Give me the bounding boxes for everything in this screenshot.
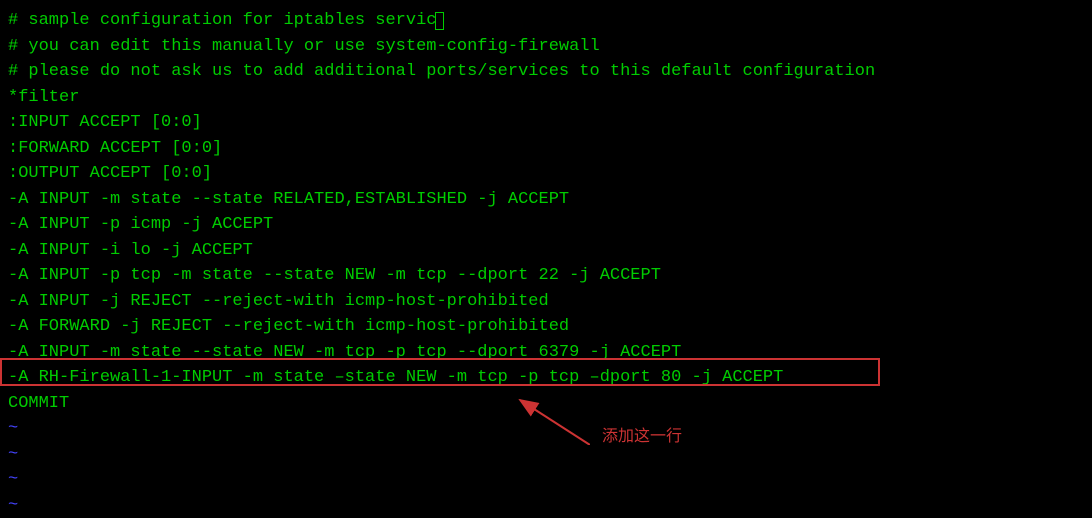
tilde-text: ~ <box>8 496 18 515</box>
line-text: :INPUT ACCEPT [0:0] <box>8 113 202 132</box>
line-text: # sample configuration for iptables serv… <box>8 11 436 30</box>
line-text: -A INPUT -m state --state NEW -m tcp -p … <box>8 343 681 362</box>
tilde-text: ~ <box>8 470 18 489</box>
line-text: *filter <box>8 88 79 107</box>
vim-tilde-line: ~ <box>8 416 1084 442</box>
config-line-rule-icmp: -A INPUT -p icmp -j ACCEPT <box>8 212 1084 238</box>
config-line-comment-2: # you can edit this manually or use syst… <box>8 34 1084 60</box>
vim-tilde-line: ~ <box>8 493 1084 518</box>
config-line-commit: COMMIT <box>8 391 1084 417</box>
config-line-comment-1: # sample configuration for iptables serv… <box>8 8 1084 34</box>
line-text: -A INPUT -j REJECT --reject-with icmp-ho… <box>8 292 549 311</box>
vim-tilde-line: ~ <box>8 467 1084 493</box>
line-text: # please do not ask us to add additional… <box>8 62 875 81</box>
config-line-forward-accept: :FORWARD ACCEPT [0:0] <box>8 136 1084 162</box>
config-line-rule-related: -A INPUT -m state --state RELATED,ESTABL… <box>8 187 1084 213</box>
vim-tilde-line: ~ <box>8 442 1084 468</box>
line-text: -A RH-Firewall-1-INPUT -m state –state N… <box>8 368 783 387</box>
line-text: -A FORWARD -j REJECT --reject-with icmp-… <box>8 317 569 336</box>
config-line-rule-lo: -A INPUT -i lo -j ACCEPT <box>8 238 1084 264</box>
line-text: -A INPUT -p icmp -j ACCEPT <box>8 215 273 234</box>
config-line-rule-ssh: -A INPUT -p tcp -m state --state NEW -m … <box>8 263 1084 289</box>
line-text: -A INPUT -i lo -j ACCEPT <box>8 241 253 260</box>
cursor-icon <box>435 12 444 30</box>
config-line-output-accept: :OUTPUT ACCEPT [0:0] <box>8 161 1084 187</box>
config-line-rule-http: -A RH-Firewall-1-INPUT -m state –state N… <box>8 365 1084 391</box>
config-line-input-accept: :INPUT ACCEPT [0:0] <box>8 110 1084 136</box>
config-line-rule-reject-forward: -A FORWARD -j REJECT --reject-with icmp-… <box>8 314 1084 340</box>
tilde-text: ~ <box>8 445 18 464</box>
config-line-comment-3: # please do not ask us to add additional… <box>8 59 1084 85</box>
line-text: # you can edit this manually or use syst… <box>8 37 600 56</box>
line-text: :OUTPUT ACCEPT [0:0] <box>8 164 212 183</box>
line-text: -A INPUT -m state --state RELATED,ESTABL… <box>8 190 569 209</box>
tilde-text: ~ <box>8 419 18 438</box>
config-line-rule-reject-input: -A INPUT -j REJECT --reject-with icmp-ho… <box>8 289 1084 315</box>
config-line-filter: *filter <box>8 85 1084 111</box>
line-text: COMMIT <box>8 394 69 413</box>
line-text: :FORWARD ACCEPT [0:0] <box>8 139 222 158</box>
line-text: -A INPUT -p tcp -m state --state NEW -m … <box>8 266 661 285</box>
config-line-rule-redis: -A INPUT -m state --state NEW -m tcp -p … <box>8 340 1084 366</box>
